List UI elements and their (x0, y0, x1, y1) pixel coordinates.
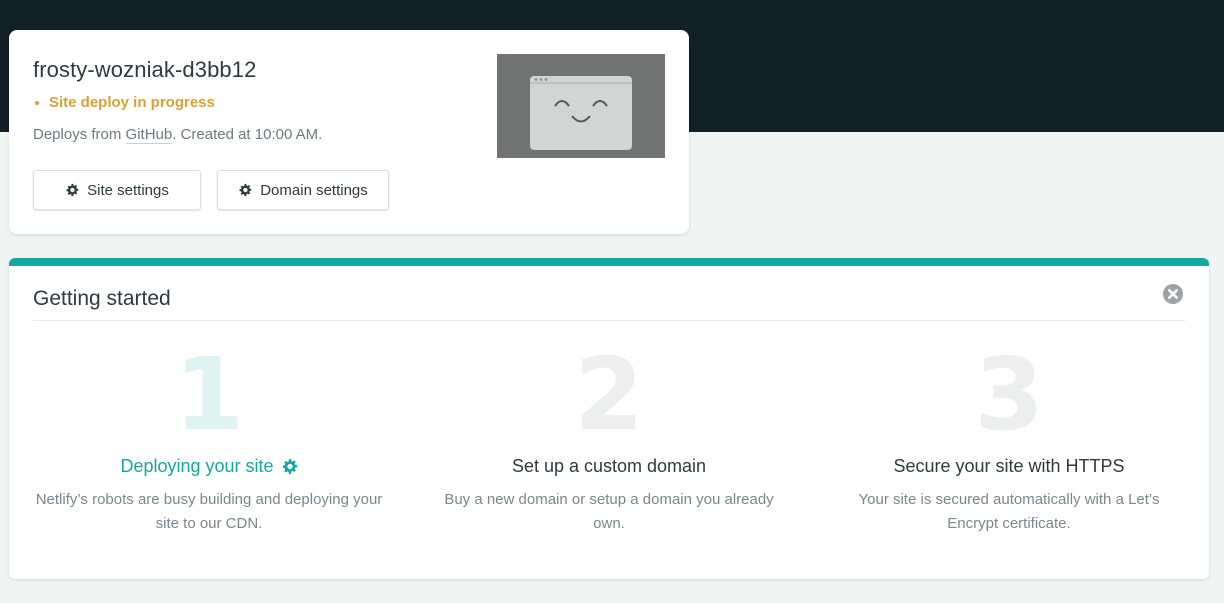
getting-started-card: Getting started 1 Deploying your site Ne… (9, 258, 1209, 579)
step-number: 3 (974, 336, 1044, 453)
step-number: 2 (574, 336, 644, 453)
domain-settings-label: Domain settings (260, 181, 368, 199)
getting-started-accent-bar (9, 258, 1209, 266)
repo-link[interactable]: GitHub (125, 126, 173, 144)
site-overview-card: frosty-wozniak-d3bb12 Site deploy in pro… (9, 30, 689, 234)
deploy-status-text: Site deploy in progress (49, 94, 215, 111)
deploy-info: Deploys from GitHub. Created at 10:00 AM… (33, 126, 323, 144)
step-deploying: 1 Deploying your site Netlify’s robots a… (29, 336, 389, 536)
deploy-info-prefix: Deploys from (33, 126, 126, 143)
getting-started-divider (33, 320, 1185, 321)
site-settings-button[interactable]: Site settings (33, 170, 201, 210)
site-preview-thumbnail[interactable] (497, 54, 665, 158)
step-description: Netlify’s robots are busy building and d… (35, 491, 383, 532)
step-custom-domain[interactable]: 2 Set up a custom domain Buy a new domai… (429, 336, 789, 536)
step-https[interactable]: 3 Secure your site with HTTPS Your site … (829, 336, 1189, 536)
gear-icon (239, 183, 252, 197)
deploy-status: Site deploy in progress (33, 94, 215, 111)
step-title: Deploying your site (29, 456, 389, 477)
step-title-text: Secure your site with HTTPS (893, 456, 1125, 476)
step-description: Your site is secured automatically with … (858, 491, 1160, 532)
step-number: 1 (174, 336, 244, 453)
step-title-text: Deploying your site (120, 456, 274, 476)
getting-started-title: Getting started (33, 287, 171, 310)
status-dot-icon (35, 100, 39, 105)
step-title: Set up a custom domain (429, 456, 789, 477)
gear-icon (282, 459, 297, 474)
step-description: Buy a new domain or setup a domain you a… (444, 491, 774, 532)
smiling-browser-window-icon (530, 76, 632, 150)
step-title: Secure your site with HTTPS (829, 456, 1189, 477)
deploy-info-suffix: . Created at 10:00 AM. (172, 126, 323, 143)
close-icon[interactable] (1162, 283, 1184, 305)
step-title-text: Set up a custom domain (511, 456, 707, 476)
site-settings-label: Site settings (87, 181, 169, 199)
domain-settings-button[interactable]: Domain settings (217, 170, 389, 210)
site-name: frosty-wozniak-d3bb12 (33, 57, 257, 82)
gear-icon (66, 183, 79, 197)
